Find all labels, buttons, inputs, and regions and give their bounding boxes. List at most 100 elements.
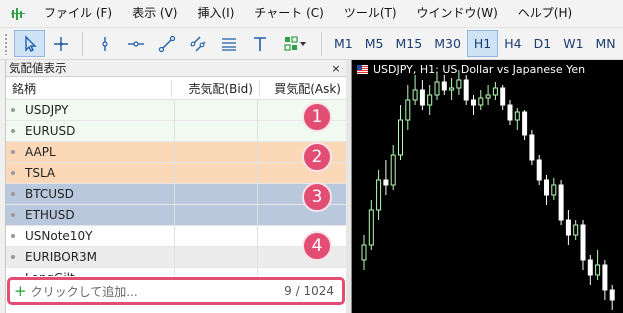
- ask-cell: [258, 205, 347, 225]
- candle-body: [558, 184, 564, 221]
- candle-body: [565, 219, 571, 236]
- candle: [573, 220, 579, 240]
- symbol-label: TSLA: [25, 166, 56, 180]
- symbol-row-eurusd[interactable]: EURUSD: [6, 121, 347, 142]
- symbol-row-usnote10y[interactable]: USNote10Y: [6, 226, 347, 247]
- timeframe-mn[interactable]: MN: [590, 30, 622, 57]
- candle: [529, 130, 535, 165]
- bid-cell: [175, 100, 258, 120]
- candle: [427, 85, 433, 115]
- timeframe-m30[interactable]: M30: [428, 30, 467, 57]
- candle: [471, 95, 476, 115]
- candle: [514, 108, 520, 130]
- text-tool-button[interactable]: [244, 30, 275, 57]
- candle-body: [492, 87, 498, 96]
- channel-tool-button[interactable]: [182, 30, 213, 57]
- annotation-badge-1: 1: [302, 102, 332, 132]
- bullet-icon: [11, 171, 15, 175]
- toolbar-grip[interactable]: [4, 32, 8, 55]
- candle: [500, 85, 506, 110]
- symbol-row-tsla[interactable]: TSLA: [6, 163, 347, 184]
- menu-tools[interactable]: ツール(T): [334, 0, 407, 27]
- candle: [449, 78, 455, 100]
- trendline-tool-button[interactable]: [151, 30, 182, 57]
- fibonacci-tool-button[interactable]: [213, 30, 244, 57]
- column-bid[interactable]: 売気配(Bid): [171, 79, 259, 97]
- timeframe-h1[interactable]: H1: [466, 30, 499, 57]
- add-symbol-field[interactable]: + クリックして追加... 9 / 1024: [7, 277, 345, 305]
- symbol-label: ETHUSD: [25, 208, 75, 222]
- symbol-label: USDJPY: [25, 103, 69, 117]
- candle: [551, 178, 557, 200]
- candle: [580, 220, 586, 270]
- symbol-row-aapl[interactable]: AAPL: [6, 142, 347, 163]
- bullet-icon: [11, 255, 15, 259]
- bullet-icon: [11, 213, 15, 217]
- candle: [602, 260, 608, 300]
- candle-body: [398, 119, 403, 156]
- timeframe-m1[interactable]: M1: [328, 30, 359, 57]
- menu-window[interactable]: ウインドウ(W): [407, 0, 508, 27]
- candlestick-plot: [361, 70, 615, 310]
- vertical-line-icon: [101, 36, 108, 51]
- candle-body: [507, 104, 513, 121]
- app-logo-icon[interactable]: [6, 0, 30, 27]
- timeframe-m15[interactable]: M15: [390, 30, 429, 57]
- bid-cell: [175, 184, 258, 204]
- candle-body: [449, 87, 455, 91]
- menu-file[interactable]: ファイル (F): [34, 0, 122, 27]
- candle-body: [536, 159, 542, 181]
- menu-bar: ファイル (F) 表示 (V) 挿入(I) チャート (C) ツール(T) ウイ…: [0, 0, 623, 28]
- symbol-row-euribor3m[interactable]: EURIBOR3M: [6, 247, 347, 268]
- timeframe-d1[interactable]: D1: [528, 30, 558, 57]
- toolbar-separator: [82, 31, 83, 56]
- candle: [507, 100, 513, 125]
- symbol-row-ethusd[interactable]: ETHUSD: [6, 205, 347, 226]
- symbol-row-usdjpy[interactable]: USDJPY: [6, 100, 347, 121]
- symbol-label: AAPL: [25, 145, 56, 159]
- candle: [441, 75, 447, 95]
- candle-body: [361, 244, 367, 261]
- shapes-icon: [284, 35, 306, 51]
- candle: [595, 250, 601, 280]
- candle-body: [522, 111, 528, 136]
- candle-body: [463, 79, 469, 101]
- crosshair-icon: [53, 36, 68, 51]
- crosshair-tool-button[interactable]: [45, 30, 76, 57]
- menu-insert[interactable]: 挿入(I): [187, 0, 244, 27]
- channel-icon: [190, 36, 205, 51]
- shapes-tool-button[interactable]: [275, 30, 315, 57]
- bid-cell: [175, 121, 258, 141]
- candle: [398, 105, 403, 160]
- ask-cell: [258, 163, 347, 183]
- candle-body: [405, 99, 411, 121]
- menu-view[interactable]: 表示 (V): [122, 0, 187, 27]
- timeframe-w1[interactable]: W1: [557, 30, 589, 57]
- candle-body: [573, 224, 579, 236]
- timeframe-h4[interactable]: H4: [498, 30, 527, 57]
- column-symbol[interactable]: 銘柄: [6, 80, 171, 97]
- candle-body: [427, 94, 433, 106]
- price-chart[interactable]: USDJPY, H1: US Dollar vs Japanese Yen: [351, 60, 623, 313]
- timeframe-m5[interactable]: M5: [359, 30, 390, 57]
- bullet-icon: [11, 234, 15, 238]
- cursor-tool-button[interactable]: [14, 30, 45, 57]
- bullet-icon: [11, 129, 15, 133]
- candle-body: [609, 289, 615, 301]
- symbol-row-btcusd[interactable]: BTCUSD: [6, 184, 347, 205]
- chart-title-bar: USDJPY, H1: US Dollar vs Japanese Yen: [357, 63, 585, 76]
- horizontal-line-tool-button[interactable]: [120, 30, 151, 57]
- column-ask[interactable]: 買気配(Ask): [259, 79, 347, 97]
- close-icon[interactable]: ×: [329, 62, 343, 75]
- candle-body: [412, 89, 418, 101]
- vertical-line-tool-button[interactable]: [89, 30, 120, 57]
- bid-cell: [175, 247, 258, 267]
- annotation-badge-4: 4: [302, 231, 332, 261]
- market-watch-titlebar: 気配値表示 ×: [6, 60, 347, 77]
- candle-body: [478, 97, 484, 106]
- symbol-label: EURIBOR3M: [25, 250, 98, 264]
- menu-chart[interactable]: チャート (C): [244, 0, 333, 27]
- candle-body: [587, 259, 593, 276]
- menu-help[interactable]: ヘルプ(H): [508, 0, 582, 27]
- candle: [412, 75, 418, 105]
